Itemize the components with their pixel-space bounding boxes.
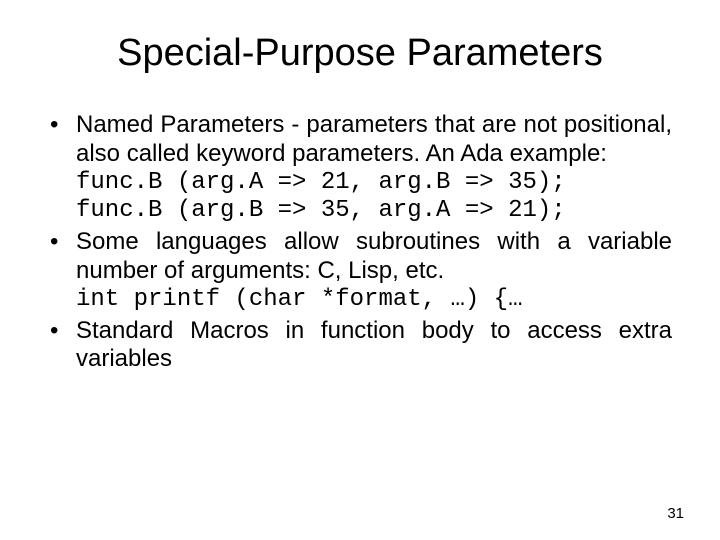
bullet-text: Standard Macros in function body to acce… xyxy=(76,317,672,375)
code-block: func.B (arg.A => 21, arg.B => 35); func.… xyxy=(76,169,672,227)
bullet-text: Named Parameters - parameters that are n… xyxy=(76,111,672,169)
slide: Special-Purpose Parameters Named Paramet… xyxy=(0,0,720,540)
bullet-text: Some languages allow subroutines with a … xyxy=(76,228,672,286)
bullet-list: Named Parameters - parameters that are n… xyxy=(48,111,672,374)
list-item: Named Parameters - parameters that are n… xyxy=(48,111,672,226)
page-number: 31 xyxy=(667,505,684,522)
list-item: Standard Macros in function body to acce… xyxy=(48,317,672,375)
list-item: Some languages allow subroutines with a … xyxy=(48,228,672,314)
slide-title: Special-Purpose Parameters xyxy=(48,32,672,75)
code-block: int printf (char *format, …) {… xyxy=(76,286,672,315)
